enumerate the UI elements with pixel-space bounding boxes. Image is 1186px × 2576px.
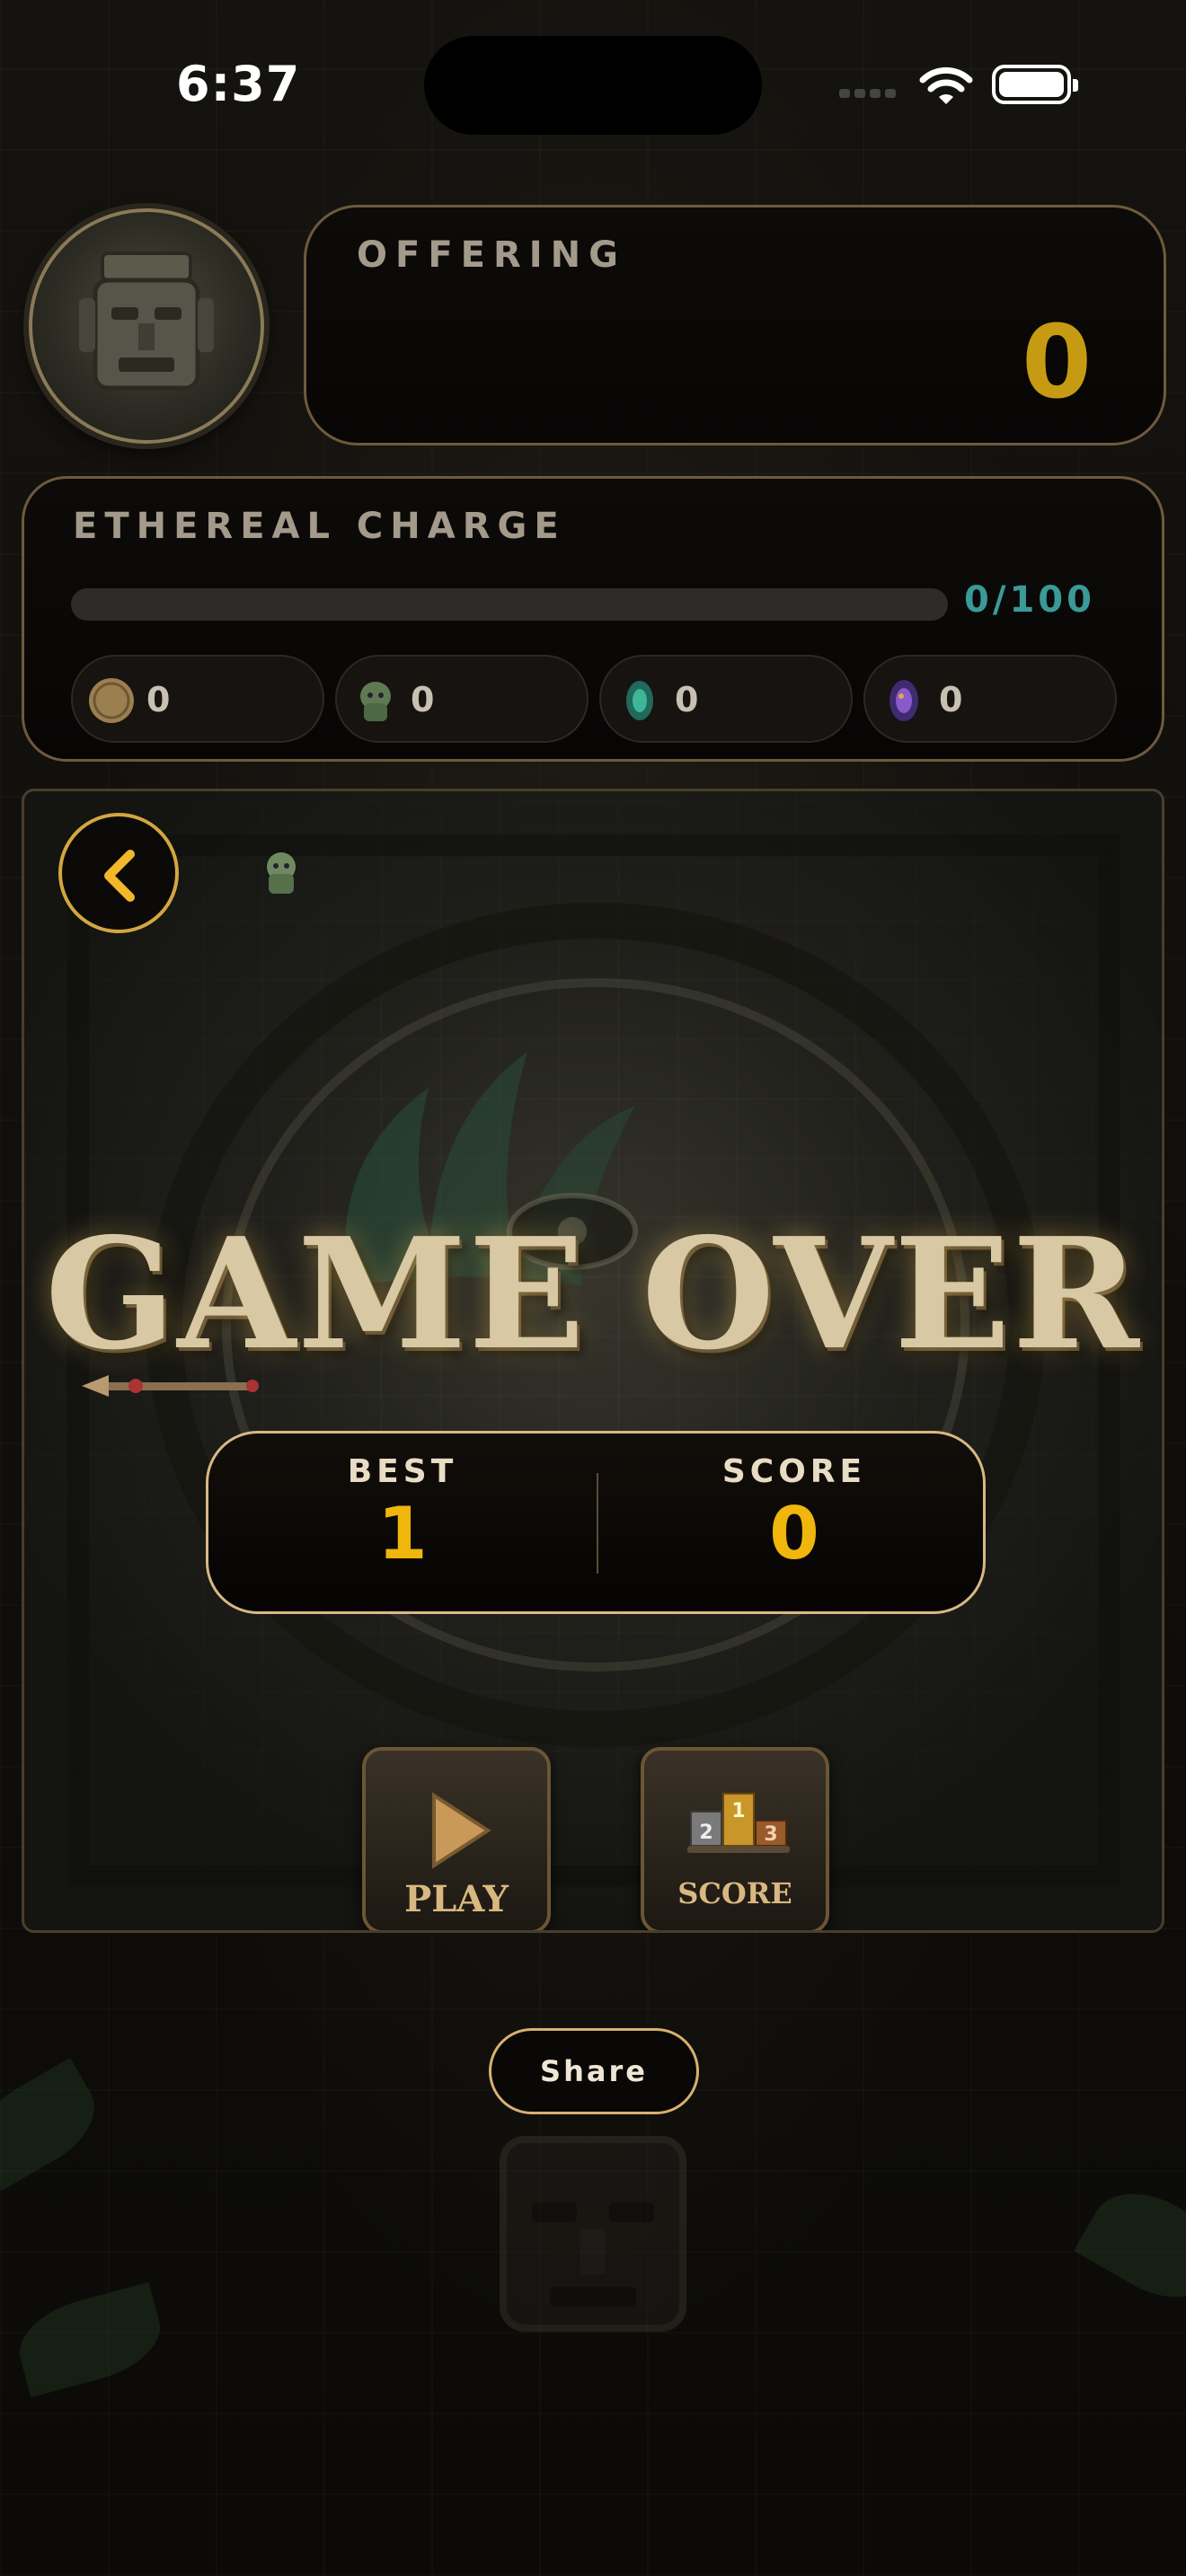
charge-progress-bar (71, 588, 948, 621)
podium-third: 3 (764, 1823, 777, 1846)
status-time: 6:37 (176, 56, 301, 112)
best-label: BEST (347, 1453, 458, 1490)
score-column: SCORE 0 (600, 1453, 988, 1575)
wifi-icon (919, 66, 973, 104)
score-label: SCORE (721, 1453, 867, 1490)
offering-label: OFFERING (357, 234, 626, 276)
best-value: 1 (377, 1492, 428, 1575)
resource-green-idol: 0 (335, 655, 589, 743)
mask-face-icon (79, 251, 214, 391)
chevron-left-icon (104, 850, 135, 902)
ethereal-charge-panel: ETHEREAL CHARGE 0/100 0 0 0 0 (22, 476, 1164, 762)
offering-panel: OFFERING 0 (304, 205, 1166, 446)
resource-emerald-gem: 0 (599, 655, 853, 743)
back-button[interactable] (58, 813, 179, 933)
green-idol-pickup-icon (267, 852, 296, 894)
podium-second: 2 (699, 1822, 712, 1844)
resource-count: 0 (146, 680, 171, 719)
resource-gold-coin: 0 (71, 655, 324, 743)
dynamic-island (424, 36, 762, 135)
resource-purple-gem: 0 (863, 655, 1117, 743)
battery-icon (992, 65, 1078, 104)
score-value: 0 (769, 1492, 819, 1575)
share-button[interactable]: Share (489, 2028, 699, 2114)
green-idol-icon (360, 682, 391, 721)
gold-coin-icon (89, 678, 134, 723)
charge-count: 0/100 (964, 579, 1095, 621)
score-card: BEST 1 SCORE 0 (206, 1431, 986, 1614)
scoreboard-label: SCORE (677, 1876, 792, 1910)
podium-first: 1 (731, 1800, 745, 1822)
resource-count: 0 (675, 680, 699, 719)
cellular-signal-icon (839, 84, 902, 99)
score-divider (597, 1473, 598, 1574)
podium-icon: 2 1 3 (687, 1793, 790, 1853)
spear-icon (82, 1375, 259, 1397)
play-button[interactable]: PLAY (362, 1747, 551, 1930)
resource-count: 0 (411, 680, 435, 719)
ethereal-charge-label: ETHEREAL CHARGE (73, 506, 566, 547)
resource-count: 0 (939, 680, 963, 719)
play-triangle-icon (432, 1792, 491, 1869)
game-board[interactable]: GAME OVER BEST 1 SCORE 0 PLAY 2 1 3 SCOR… (22, 789, 1164, 1933)
purple-gem-icon (890, 680, 918, 721)
stone-face-carving (500, 2136, 686, 2332)
best-column: BEST 1 (208, 1453, 597, 1575)
idol-mask-medallion[interactable] (29, 208, 264, 444)
play-label: PLAY (404, 1878, 509, 1920)
game-over-title: GAME OVER (45, 1204, 1141, 1384)
emerald-gem-icon (626, 681, 653, 720)
offering-value: 0 (1022, 304, 1092, 421)
leaderboard-button[interactable]: 2 1 3 SCORE (641, 1747, 829, 1930)
